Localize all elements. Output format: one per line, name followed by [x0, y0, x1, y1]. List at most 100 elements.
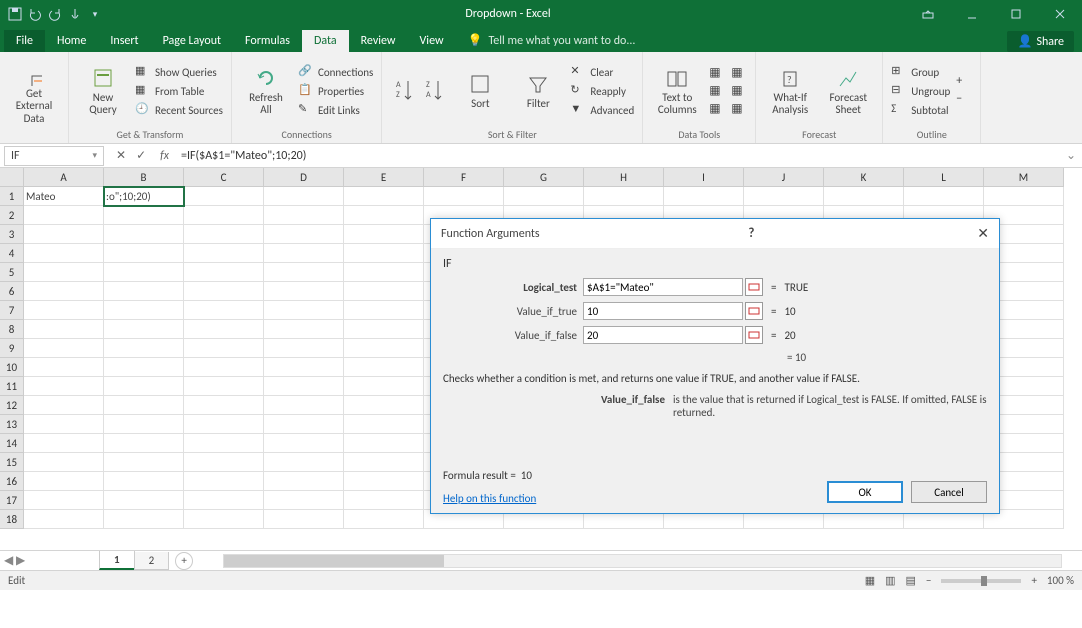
cell[interactable]	[264, 339, 344, 358]
cell[interactable]	[344, 472, 424, 491]
column-header[interactable]: E	[344, 168, 424, 187]
cell[interactable]	[104, 358, 184, 377]
cell[interactable]	[24, 415, 104, 434]
cell[interactable]	[504, 187, 584, 206]
enter-formula-icon[interactable]: ✓	[136, 148, 146, 163]
zoom-slider[interactable]	[941, 579, 1021, 583]
cell[interactable]	[24, 472, 104, 491]
cell[interactable]	[184, 491, 264, 510]
column-header[interactable]: C	[184, 168, 264, 187]
column-header[interactable]: A	[24, 168, 104, 187]
undo-icon[interactable]	[28, 7, 42, 21]
column-header[interactable]: F	[424, 168, 504, 187]
cell[interactable]	[184, 377, 264, 396]
sort-desc-button[interactable]: ZA	[420, 56, 448, 126]
formula-input[interactable]: =IF($A$1="Mateo";10;20)	[175, 149, 1060, 163]
zoom-in-icon[interactable]: +	[1031, 574, 1036, 587]
row-header[interactable]: 11	[0, 377, 24, 396]
column-header[interactable]: B	[104, 168, 184, 187]
cell[interactable]	[24, 339, 104, 358]
cell[interactable]	[184, 415, 264, 434]
fx-icon[interactable]: fx	[154, 149, 175, 163]
row-header[interactable]: 10	[0, 358, 24, 377]
column-header[interactable]: K	[824, 168, 904, 187]
cell[interactable]	[264, 244, 344, 263]
cell[interactable]	[184, 453, 264, 472]
new-query-button[interactable]: New Query	[77, 56, 129, 126]
touch-mode-icon[interactable]	[68, 7, 82, 21]
cell[interactable]	[104, 510, 184, 529]
connections-button[interactable]: 🔗Connections	[298, 63, 373, 81]
flash-fill-icon[interactable]: ▦	[709, 65, 725, 81]
cell[interactable]	[584, 187, 664, 206]
data-validation-icon[interactable]: ▦	[709, 101, 725, 117]
sheet-tab-2[interactable]: 2	[134, 552, 170, 570]
edit-links-button[interactable]: ✎Edit Links	[298, 101, 373, 119]
cell[interactable]	[184, 282, 264, 301]
cell[interactable]	[344, 320, 424, 339]
row-header[interactable]: 17	[0, 491, 24, 510]
range-select-icon[interactable]	[745, 278, 763, 296]
cell[interactable]	[24, 453, 104, 472]
cell[interactable]	[104, 263, 184, 282]
clear-filter-button[interactable]: ✕Clear	[570, 63, 634, 81]
cell[interactable]	[24, 491, 104, 510]
cell[interactable]	[184, 244, 264, 263]
row-header[interactable]: 3	[0, 225, 24, 244]
row-header[interactable]: 5	[0, 263, 24, 282]
cell[interactable]	[24, 320, 104, 339]
cell[interactable]	[104, 453, 184, 472]
refresh-all-button[interactable]: Refresh All	[240, 56, 292, 126]
cell[interactable]	[344, 282, 424, 301]
row-header[interactable]: 18	[0, 510, 24, 529]
cell[interactable]	[184, 187, 264, 206]
ok-button[interactable]: OK	[827, 481, 903, 503]
cell[interactable]	[24, 244, 104, 263]
name-box[interactable]: IF ▾	[4, 146, 104, 166]
range-select-icon[interactable]	[745, 326, 763, 344]
group-button[interactable]: ⊞Group	[891, 63, 950, 81]
cell[interactable]	[344, 206, 424, 225]
cell[interactable]	[104, 225, 184, 244]
filter-button[interactable]: Filter	[512, 56, 564, 126]
arg-input-value-false[interactable]	[583, 326, 743, 344]
cell[interactable]	[24, 225, 104, 244]
column-header[interactable]: D	[264, 168, 344, 187]
share-button[interactable]: 👤 Share	[1007, 31, 1074, 52]
cell[interactable]	[104, 491, 184, 510]
cell[interactable]	[344, 358, 424, 377]
cell[interactable]	[104, 377, 184, 396]
arg-input-value-true[interactable]	[583, 302, 743, 320]
tab-data[interactable]: Data	[302, 30, 349, 52]
cell[interactable]	[264, 453, 344, 472]
column-header[interactable]: G	[504, 168, 584, 187]
cell[interactable]	[264, 377, 344, 396]
row-header[interactable]: 9	[0, 339, 24, 358]
dialog-titlebar[interactable]: Function Arguments ? ✕	[431, 219, 999, 249]
select-all-corner[interactable]	[0, 168, 24, 187]
cell[interactable]: Mateo	[24, 187, 104, 206]
cell[interactable]	[264, 282, 344, 301]
recent-sources-button[interactable]: 🕘Recent Sources	[135, 101, 223, 119]
what-if-button[interactable]: ? What-If Analysis	[764, 56, 816, 126]
sheet-nav[interactable]: ◀ ▶	[4, 553, 25, 568]
zoom-out-icon[interactable]: −	[926, 574, 931, 587]
cell[interactable]	[24, 282, 104, 301]
row-header[interactable]: 8	[0, 320, 24, 339]
cell[interactable]	[104, 244, 184, 263]
reapply-button[interactable]: ↻Reapply	[570, 82, 634, 100]
row-header[interactable]: 13	[0, 415, 24, 434]
cell[interactable]	[24, 396, 104, 415]
tab-view[interactable]: View	[408, 30, 456, 52]
cell[interactable]	[344, 510, 424, 529]
minimize-icon[interactable]	[950, 0, 994, 28]
row-header[interactable]: 7	[0, 301, 24, 320]
arg-input-logical-test[interactable]	[583, 278, 743, 296]
consolidate-icon[interactable]: ▦	[731, 65, 747, 81]
cell[interactable]	[344, 491, 424, 510]
cell[interactable]	[184, 339, 264, 358]
cell[interactable]	[184, 301, 264, 320]
cell[interactable]	[984, 187, 1064, 206]
row-header[interactable]: 6	[0, 282, 24, 301]
expand-formula-icon[interactable]: ⌄	[1060, 148, 1082, 163]
